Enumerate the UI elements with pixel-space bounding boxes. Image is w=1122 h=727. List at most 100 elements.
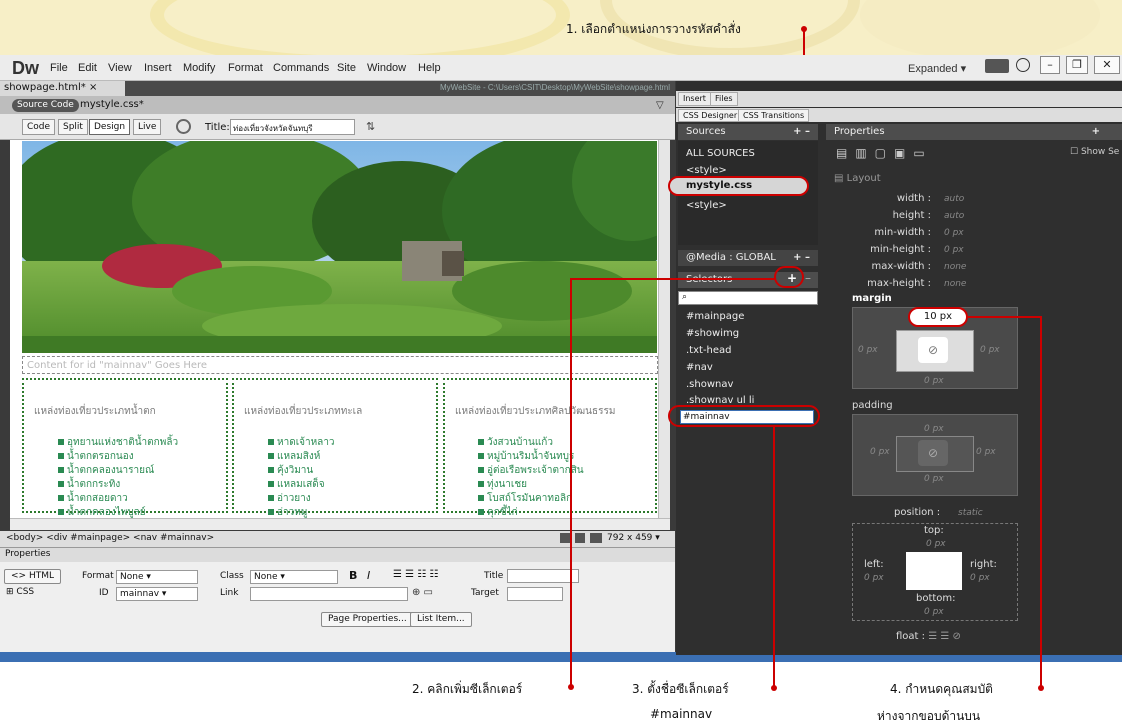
filter-icon[interactable]: ▽ bbox=[656, 100, 664, 111]
margin-bottom-value[interactable]: 0 px bbox=[924, 376, 944, 386]
vertical-scrollbar[interactable] bbox=[658, 140, 670, 518]
id-select[interactable]: mainnav ▾ bbox=[116, 587, 198, 601]
close-button[interactable]: ✕ bbox=[1094, 56, 1120, 74]
sync-settings-icon[interactable] bbox=[985, 59, 1009, 73]
menu-format[interactable]: Format bbox=[228, 62, 263, 74]
padding-right-value[interactable]: 0 px bbox=[976, 447, 996, 457]
format-select[interactable]: None ▾ bbox=[116, 570, 198, 584]
menu-view[interactable]: View bbox=[108, 62, 132, 74]
view-live-button[interactable]: Live bbox=[133, 119, 162, 135]
menu-file[interactable]: File bbox=[50, 62, 68, 74]
selector-item[interactable]: .txt-head bbox=[686, 345, 732, 356]
italic-button[interactable]: I bbox=[367, 569, 370, 582]
menu-help[interactable]: Help bbox=[418, 62, 441, 74]
menu-window[interactable]: Window bbox=[367, 62, 406, 74]
html-mode-button[interactable]: <> HTML bbox=[4, 569, 61, 584]
window-size[interactable]: 792 x 459 ▾ bbox=[607, 533, 660, 543]
source-code-button[interactable]: Source Code bbox=[12, 99, 79, 112]
class-select[interactable]: None ▾ bbox=[250, 570, 338, 584]
list-item[interactable]: อุทยานแห่งชาติน้ำตกพลิ้ว bbox=[58, 435, 178, 450]
float-options-icon[interactable]: ☰ ☰ ⊘ bbox=[928, 631, 961, 642]
add-property-icon[interactable]: + bbox=[1092, 126, 1100, 137]
minimize-button[interactable]: – bbox=[1040, 56, 1060, 74]
restore-button[interactable]: ❐ bbox=[1066, 56, 1088, 74]
point-to-file-icon[interactable]: ⊕ ▭ bbox=[412, 587, 433, 598]
mobile-size-icon[interactable] bbox=[560, 533, 570, 543]
view-split-button[interactable]: Split bbox=[58, 119, 88, 135]
tab-files[interactable]: Files bbox=[710, 92, 738, 106]
tab-css-designer[interactable]: CSS Designer bbox=[678, 109, 743, 122]
prop-min-height-value[interactable]: 0 px bbox=[944, 245, 964, 255]
tablet-size-icon[interactable] bbox=[575, 533, 585, 543]
target-select[interactable] bbox=[507, 587, 563, 601]
selector-item[interactable]: .shownav bbox=[686, 379, 733, 390]
list-item-button[interactable]: List Item... bbox=[410, 612, 472, 627]
menu-modify[interactable]: Modify bbox=[183, 62, 215, 74]
margin-left-value[interactable]: 0 px bbox=[858, 345, 878, 355]
position-value[interactable]: static bbox=[958, 508, 983, 518]
list-item[interactable]: วังสวนบ้านแก้ว bbox=[478, 435, 553, 450]
preview-browser-icon[interactable] bbox=[176, 119, 191, 134]
list-item[interactable]: แหลมสิงห์ bbox=[268, 449, 320, 464]
list-item[interactable]: อู่ต่อเรือพระเจ้าตากสิน bbox=[478, 463, 584, 478]
view-design-button[interactable]: Design bbox=[89, 119, 131, 135]
menu-edit[interactable]: Edit bbox=[78, 62, 97, 74]
list-item[interactable]: น้ำตกกระทิง bbox=[58, 477, 120, 492]
top-value[interactable]: 0 px bbox=[926, 539, 946, 549]
source-all[interactable]: ALL SOURCES bbox=[686, 148, 755, 159]
menu-insert[interactable]: Insert bbox=[144, 62, 172, 74]
list-item[interactable]: หาดเจ้าหลาว bbox=[268, 435, 335, 450]
show-set-checkbox[interactable]: ☐ Show Se bbox=[1070, 147, 1119, 157]
new-selector-input[interactable]: #mainnav bbox=[680, 410, 814, 424]
source-style[interactable]: <style> bbox=[686, 165, 727, 176]
view-code-button[interactable]: Code bbox=[22, 119, 56, 135]
workspace-switcher[interactable]: Expanded ▾ bbox=[908, 62, 966, 75]
right-value[interactable]: 0 px bbox=[970, 573, 990, 583]
prop-max-height-value[interactable]: none bbox=[944, 279, 966, 289]
prop-min-width-value[interactable]: 0 px bbox=[944, 228, 964, 238]
list-item[interactable]: น้ำตกตรอกนอง bbox=[58, 449, 134, 464]
selector-item[interactable]: #mainpage bbox=[686, 311, 744, 322]
link-input[interactable] bbox=[250, 587, 408, 601]
margin-right-value[interactable]: 0 px bbox=[980, 345, 1000, 355]
bold-button[interactable]: B bbox=[349, 569, 357, 582]
source-mystyle-css[interactable]: mystyle.css bbox=[668, 176, 809, 196]
list-buttons-icon[interactable]: ☰ ☰ ☷ ☷ bbox=[393, 569, 438, 580]
list-item[interactable]: โบสถ์โรมันคาทอลิก bbox=[478, 491, 572, 506]
menu-commands[interactable]: Commands bbox=[273, 62, 329, 74]
list-item[interactable]: น้ำตกสอยดาว bbox=[58, 491, 128, 506]
add-media-icon[interactable]: + – bbox=[793, 252, 810, 263]
padding-left-value[interactable]: 0 px bbox=[870, 447, 890, 457]
source-style-2[interactable]: <style> bbox=[686, 200, 727, 211]
padding-top-value[interactable]: 0 px bbox=[924, 424, 944, 434]
list-item[interactable]: แหลมเสด็จ bbox=[268, 477, 325, 492]
document-tab[interactable]: showpage.html* × bbox=[0, 81, 125, 96]
property-category-icons[interactable]: ▤▥▢▣▭ bbox=[836, 146, 933, 160]
info-icon[interactable] bbox=[1016, 58, 1030, 72]
left-value[interactable]: 0 px bbox=[864, 573, 884, 583]
page-properties-button[interactable]: Page Properties... bbox=[321, 612, 414, 627]
title-field-input[interactable] bbox=[507, 569, 579, 583]
tab-insert[interactable]: Insert bbox=[678, 92, 711, 106]
tag-path[interactable]: <body> <div #mainpage> <nav #mainnav> bbox=[6, 533, 214, 543]
prop-max-width-value[interactable]: none bbox=[944, 262, 966, 272]
related-file[interactable]: mystyle.css* bbox=[80, 99, 144, 110]
page-title-input[interactable]: ท่องเที่ยวจังหวัดจันทบุรี bbox=[230, 119, 355, 135]
selector-item[interactable]: #showimg bbox=[686, 328, 739, 339]
file-management-icon[interactable]: ⇅ bbox=[366, 120, 375, 133]
link-margins-icon[interactable]: ⊘ bbox=[918, 337, 948, 363]
list-item[interactable]: อ่าวยาง bbox=[268, 491, 311, 506]
list-item[interactable]: ทุ่งนาเชย bbox=[478, 477, 527, 492]
prop-width-value[interactable]: auto bbox=[944, 194, 964, 204]
mainnav-placeholder[interactable]: Content for id "mainnav" Goes Here bbox=[22, 356, 658, 374]
prop-height-value[interactable]: auto bbox=[944, 211, 964, 221]
selector-filter[interactable]: ⌕ bbox=[678, 291, 818, 305]
list-item[interactable]: หมู่บ้านริมน้ำจันทบูร bbox=[478, 449, 574, 464]
desktop-size-icon[interactable] bbox=[590, 533, 602, 543]
padding-bottom-value[interactable]: 0 px bbox=[924, 474, 944, 484]
list-item[interactable]: คุ้งวิมาน bbox=[268, 463, 313, 478]
list-item[interactable]: น้ำตกคลองนารายณ์ bbox=[58, 463, 154, 478]
margin-top-value[interactable]: 10 px bbox=[908, 307, 968, 327]
tab-css-transitions[interactable]: CSS Transitions bbox=[738, 109, 810, 122]
bottom-value[interactable]: 0 px bbox=[924, 607, 944, 617]
